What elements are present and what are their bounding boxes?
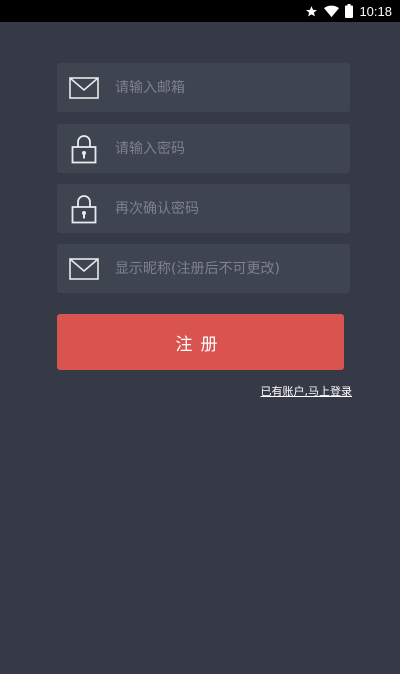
- mail-icon: [69, 63, 99, 112]
- status-time: 10:18: [359, 3, 392, 19]
- battery-icon: [345, 4, 354, 18]
- mail-icon: [69, 244, 99, 293]
- lock-icon: [69, 184, 99, 233]
- wifi-icon: [324, 5, 340, 18]
- star-icon: [305, 5, 318, 18]
- password-field[interactable]: [57, 124, 350, 173]
- password-input[interactable]: [115, 124, 335, 173]
- lock-icon: [69, 124, 99, 173]
- confirm-password-field[interactable]: [57, 184, 350, 233]
- register-button[interactable]: 注册: [57, 314, 344, 370]
- confirm-password-input[interactable]: [115, 184, 335, 233]
- status-bar: 10:18: [0, 0, 400, 22]
- nickname-field[interactable]: [57, 244, 350, 293]
- login-link[interactable]: 已有账户,马上登录: [261, 383, 353, 399]
- status-icons: 10:18: [305, 0, 392, 22]
- email-input[interactable]: [115, 63, 335, 112]
- nickname-input[interactable]: [115, 244, 335, 293]
- email-field[interactable]: [57, 63, 350, 112]
